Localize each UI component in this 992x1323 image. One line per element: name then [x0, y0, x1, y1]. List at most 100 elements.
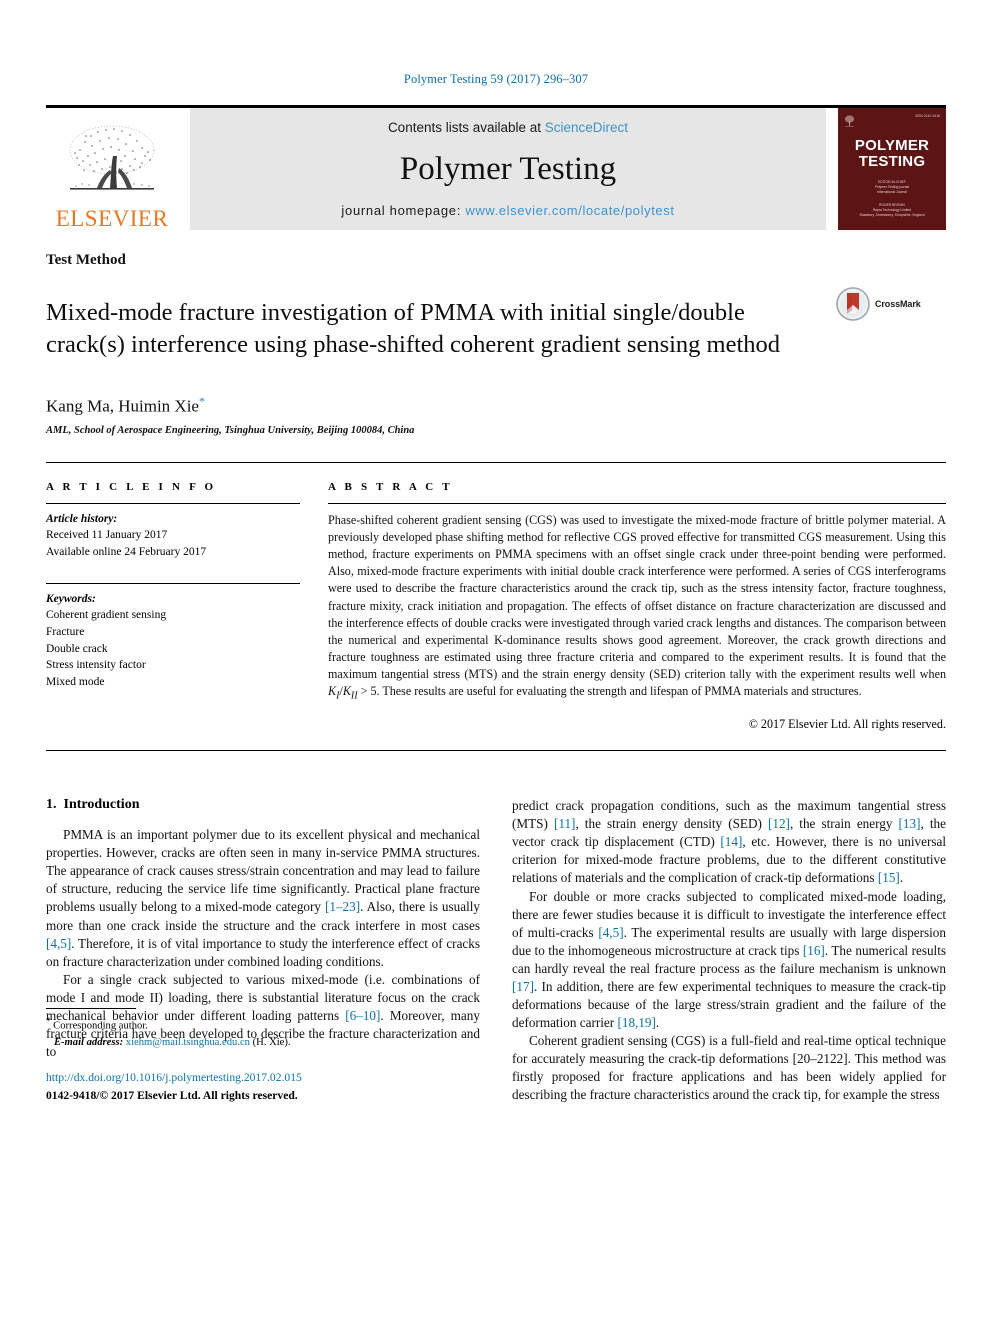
citation-ref[interactable]: [4,5]	[46, 936, 71, 951]
text-run: .	[655, 1015, 660, 1031]
journal-cover-thumbnail: ISSN 0142-9418 POLYMER TESTING EDITOR-IN…	[838, 108, 946, 230]
intro-paragraph-1: PMMA is an important polymer due to its …	[46, 826, 480, 971]
footnote-rule	[46, 1008, 136, 1010]
email-note: E-mail address: xiehm@mail.tsinghua.edu.…	[46, 1035, 480, 1051]
abstract-heading: A B S T R A C T	[328, 480, 453, 493]
page-title: Mixed-mode fracture investigation of PMM…	[46, 299, 781, 358]
crossmark-icon	[836, 287, 870, 321]
section-title: Introduction	[63, 797, 140, 813]
text-run: . In addition, there are few experimenta…	[512, 978, 946, 1031]
abstract-part2: . These results are useful for evaluatin…	[376, 684, 862, 699]
info-abstract-block: A R T I C L E I N F O Article history: R…	[46, 461, 946, 732]
citation-ref[interactable]: [20–2122]	[793, 1051, 848, 1066]
homepage-prefix: journal homepage:	[341, 203, 466, 218]
elsevier-wordmark: ELSEVIER	[55, 206, 169, 231]
citation-ref[interactable]: [12]	[768, 816, 790, 831]
article-type: Test Method	[46, 252, 126, 268]
text-run: , the strain energy	[789, 816, 899, 832]
affiliation: AML, School of Aerospace Engineering, Ts…	[46, 424, 415, 436]
abstract-part1: Phase-shifted coherent gradient sensing …	[328, 512, 946, 682]
intro-paragraph-5: Coherent gradient sensing (CGS) is a ful…	[512, 1032, 946, 1104]
text-run: , the strain energy density (SED)	[575, 816, 768, 832]
abstract-column: A B S T R A C T Phase-shifted coherent g…	[318, 463, 946, 732]
doi-link[interactable]: http://dx.doi.org/10.1016/j.polymertesti…	[46, 1069, 480, 1086]
running-head: Polymer Testing 59 (2017) 296–307	[403, 72, 589, 86]
citation-ref[interactable]: [16]	[803, 943, 825, 958]
body-column-right: predict crack propagation conditions, su…	[512, 797, 946, 1104]
abstract-text: Phase-shifted coherent gradient sensing …	[328, 512, 946, 704]
article-info-column: A R T I C L E I N F O Article history: R…	[46, 463, 318, 732]
sciencedirect-link[interactable]: ScienceDirect	[545, 120, 628, 135]
corresponding-author-marker: *	[198, 394, 205, 409]
citation-ref[interactable]: [15]	[878, 870, 900, 885]
cover-title-line1: POLYMER	[854, 137, 930, 154]
author-list: Kang Ma, Huimin Xie*	[46, 394, 946, 417]
article-history-online: Available online 24 February 2017	[46, 546, 207, 559]
footnote-text: Corresponding author.	[50, 1020, 148, 1032]
crossmark-badge[interactable]: CrossMark	[836, 281, 946, 321]
citation-ref[interactable]: [18,19]	[617, 1015, 655, 1030]
keywords-label: Keywords:	[46, 592, 96, 605]
keyword-item: Fracture	[46, 626, 85, 639]
crossmark-label: CrossMark	[875, 299, 921, 309]
abstract-formula-k2: K	[342, 684, 351, 699]
cover-editor-block: EDITOR-IN-CHIEF Polymer Testing journal In…	[874, 180, 910, 194]
body-columns: 1. Introduction PMMA is an important poly…	[46, 797, 946, 1104]
journal-homepage-link[interactable]: www.elsevier.com/locate/polytest	[465, 203, 674, 218]
cover-title: POLYMER TESTING	[838, 138, 946, 170]
contents-prefix: Contents lists available at	[387, 120, 545, 135]
citation-ref[interactable]: [13]	[899, 816, 921, 831]
article-history-received: Received 11 January 2017	[46, 529, 168, 542]
title-row: Mixed-mode fracture investigation of PMM…	[46, 281, 946, 376]
keyword-item: Double crack	[46, 642, 108, 655]
abstract-formula-tail: > 5	[357, 684, 377, 699]
section-number: 1.	[46, 797, 57, 813]
abstract-bottom-rule	[46, 750, 946, 752]
email-label: E-mail address:	[53, 1036, 124, 1048]
journal-masthead: ELSEVIER Contents lists available at Sci…	[46, 105, 946, 230]
text-run: .	[899, 870, 904, 886]
keywords-group: Keywords: Coherent gradient sensing Frac…	[46, 582, 300, 691]
text-run: . Therefore, it is of vital importance t…	[46, 935, 480, 969]
article-info-heading: A R T I C L E I N F O	[46, 480, 217, 493]
cover-title-line2: TESTING	[858, 152, 926, 170]
keyword-item: Mixed mode	[46, 676, 105, 689]
doi-block: http://dx.doi.org/10.1016/j.polymertesti…	[46, 1069, 480, 1105]
cover-top-bar: ISSN 0142-9418	[844, 114, 940, 128]
intro-paragraph-3: predict crack propagation conditions, su…	[512, 797, 946, 887]
citation-ref[interactable]: [11]	[554, 816, 575, 831]
citation-ref[interactable]: [1–23]	[325, 899, 360, 914]
abstract-formula-sub2: II	[350, 690, 358, 702]
keyword-item: Coherent gradient sensing	[46, 609, 167, 622]
body-column-left: 1. Introduction PMMA is an important poly…	[46, 797, 480, 1104]
cover-issn: ISSN 0142-9418	[914, 114, 940, 118]
issn-copyright-line: 0142-9418/© 2017 Elsevier Ltd. All right…	[46, 1089, 298, 1103]
article-info-rule	[46, 502, 300, 504]
keyword-item: Stress intensity factor	[46, 659, 146, 672]
citation-ref[interactable]: [17]	[512, 979, 534, 994]
article-history-group: Article history: Received 11 January 201…	[46, 511, 300, 561]
email-link[interactable]: xiehm@mail.tsinghua.edu.cn	[126, 1037, 250, 1048]
keywords-rule	[46, 582, 300, 584]
journal-homepage-line: journal homepage: www.elsevier.com/locat…	[341, 203, 674, 218]
abstract-formula-k1: K	[328, 684, 337, 699]
footnote-block: * Corresponding author. E-mail address: …	[46, 1008, 480, 1104]
journal-title: Polymer Testing	[399, 150, 617, 187]
abstract-rule	[328, 502, 946, 504]
citation-ref[interactable]: [4,5]	[598, 925, 623, 940]
cover-editor-block-2: ROGER BROWN Rapra Technology Limited Shawb…	[859, 203, 925, 217]
elsevier-logo: ELSEVIER	[46, 108, 178, 230]
intro-paragraph-4: For double or more cracks subjected to c…	[512, 888, 946, 1033]
citation-ref[interactable]: [14]	[720, 834, 742, 849]
masthead-center-panel: Contents lists available at ScienceDirec…	[190, 108, 826, 230]
contents-available-line: Contents lists available at ScienceDirec…	[388, 120, 628, 135]
paper-page: Polymer Testing 59 (2017) 296–307 ELSEVI…	[0, 0, 992, 1323]
email-suffix: (H. Xie).	[249, 1036, 291, 1048]
corresponding-author-note: * Corresponding author.	[46, 1015, 480, 1034]
section-heading-introduction: 1. Introduction	[46, 797, 480, 813]
abstract-copyright: © 2017 Elsevier Ltd. All rights reserved…	[748, 717, 946, 732]
article-history-label: Article history:	[46, 512, 118, 525]
authors-names: Kang Ma, Huimin Xie	[46, 396, 199, 416]
cover-elsevier-tree-icon	[844, 115, 855, 127]
elsevier-tree-icon	[69, 125, 155, 190]
